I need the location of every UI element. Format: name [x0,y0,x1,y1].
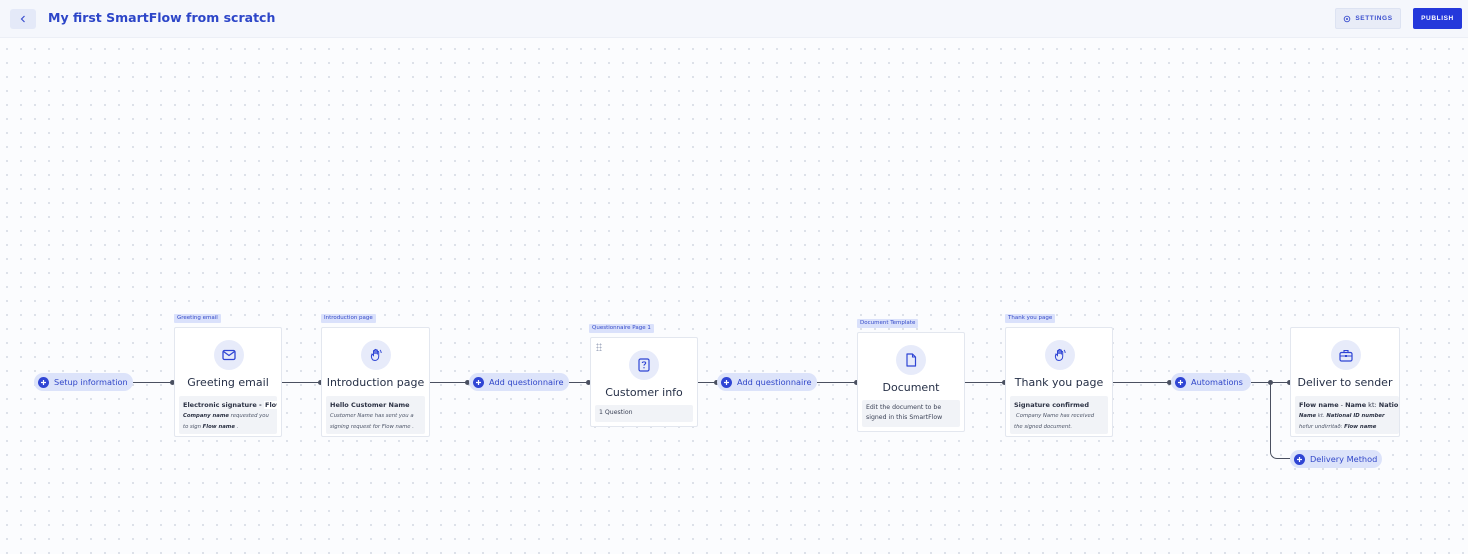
connector-line [1113,382,1171,383]
thank-you-page-tag: Thank you page [1005,314,1056,323]
connector-line [133,382,174,383]
top-bar: My first SmartFlow from scratch SETTINGS… [0,0,1468,38]
plus-icon [473,376,484,388]
deliver-to-sender-card[interactable]: Deliver to sender Flow name - Name kt: N… [1290,327,1400,437]
connector-line [430,382,469,383]
settings-button[interactable]: SETTINGS [1335,8,1401,29]
connector-line [282,382,321,383]
preview-line: Name kt. National ID number [1299,413,1385,419]
preview-line: hefur undirritað: Flow name [1299,424,1377,430]
setup-information-label: Setup information [54,377,128,387]
document-title: Document [882,381,940,394]
greeting-email-title: Greeting email [187,376,269,389]
preview-line: signing request for Flow name . [330,424,414,430]
preview-line: Company name requested you [183,413,269,419]
publish-button[interactable]: PUBLISH [1413,8,1462,29]
add-questionnaire-button[interactable]: Add questionnaire [717,373,817,391]
document-icon [896,345,926,375]
thank-you-page-title: Thank you page [1014,376,1104,389]
plus-icon [1294,453,1305,465]
connector-line [965,382,1005,383]
back-button[interactable] [10,9,36,29]
customer-info-card[interactable]: Customer info 1 Question [590,337,698,427]
waving-hand-icon [361,340,391,370]
introduction-page-card[interactable]: Introduction page Hello Customer Name Cu… [321,327,430,437]
thank-you-preview: Signature confirmed Company Name has rec… [1010,396,1108,434]
connector-curve [1270,446,1290,459]
add-questionnaire-button[interactable]: Add questionnaire [469,373,569,391]
deliver-to-sender-preview: Flow name - Name kt: Natio Name kt. Nati… [1295,396,1399,434]
preview-line: Signature confirmed [1014,401,1089,409]
automations-label: Automations [1191,377,1243,387]
preview-line: to sign Flow name . [183,424,239,430]
delivery-method-button[interactable]: Delivery Method [1290,450,1382,468]
plus-icon [38,376,49,388]
plus-icon [721,376,732,388]
document-description-box: Edit the document to be signed in this S… [862,400,960,427]
setup-information-button[interactable]: Setup information [34,373,133,391]
automations-button[interactable]: Automations [1171,373,1251,391]
connector-dot [1268,380,1273,385]
deliver-to-sender-title: Deliver to sender [1297,376,1393,389]
document-description: Edit the document to be signed in this S… [866,404,943,421]
preview-line: Company Name has received [1016,413,1095,419]
waving-hand-icon [1045,340,1075,370]
questionnaire-page-tag: Questionnaire Page 1 [589,324,654,333]
briefcase-icon [1331,340,1361,370]
connector-line [1270,382,1271,452]
document-card[interactable]: Document Edit the document to be signed … [857,332,965,432]
introduction-page-tag: Introduction page [321,314,376,323]
chevron-left-icon [20,15,25,23]
add-questionnaire-label: Add questionnaire [489,377,564,387]
preview-line: the signed document. [1014,424,1073,430]
delivery-method-label: Delivery Method [1310,454,1378,464]
greeting-email-card[interactable]: Greeting email Electronic signature - Fl… [174,327,282,437]
connector-line [817,382,857,383]
settings-label: SETTINGS [1355,15,1393,22]
thank-you-page-card[interactable]: Thank you page Signature confirmed Compa… [1005,327,1113,437]
page-title: My first SmartFlow from scratch [48,10,276,25]
preview-line: Electronic signature - Flow n [183,399,277,411]
document-template-tag: Document Template [857,319,919,328]
envelope-icon [214,340,244,370]
gear-icon [1344,15,1351,22]
add-questionnaire-label: Add questionnaire [737,377,812,387]
preview-line: Customer Name has sent you a [330,413,414,419]
greeting-email-preview: Electronic signature - Flow n Company na… [179,396,277,434]
preview-line: Hello Customer Name [330,401,410,409]
customer-info-title: Customer info [605,386,683,399]
question-count: 1 Question [599,409,633,416]
preview-line: Flow name - Name kt: Natio [1299,401,1399,409]
introduction-page-title: Introduction page [326,376,425,389]
plus-icon [1175,376,1186,388]
greeting-email-tag: Greeting email [174,314,221,323]
introduction-page-preview: Hello Customer Name Customer Name has se… [326,396,425,434]
drag-handle-icon[interactable] [596,343,602,351]
question-count-box: 1 Question [595,405,693,422]
question-icon [629,350,659,380]
